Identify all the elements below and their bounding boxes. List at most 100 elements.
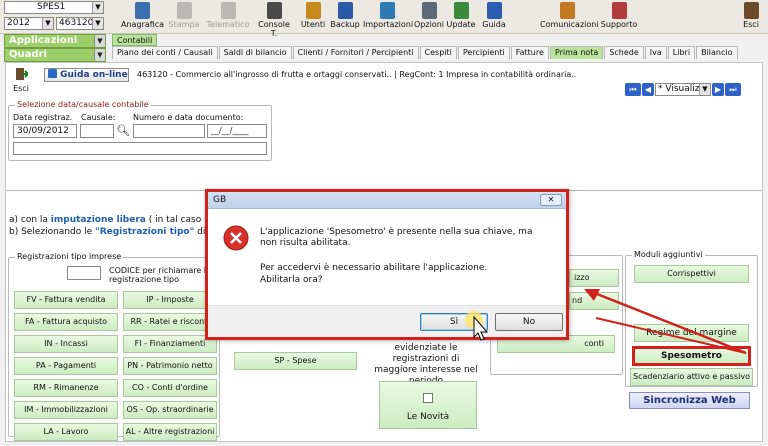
chevron-down-icon[interactable]: ▼ (92, 2, 103, 13)
tab-percipienti[interactable]: Percipienti (457, 46, 510, 59)
sincronizza-web-button[interactable]: Sincronizza Web (629, 392, 750, 409)
toolbar-label: Console T. (258, 20, 290, 38)
update-button[interactable]: Update (446, 1, 476, 32)
causale-field[interactable] (80, 124, 114, 138)
chevron-down-icon[interactable]: ▼ (92, 18, 103, 29)
tab-prima-nota[interactable]: Prima nota (549, 46, 604, 59)
tab-fatture[interactable]: Fatture (510, 46, 549, 59)
chevron-down-icon[interactable]: ▼ (94, 35, 105, 47)
tab-cespiti[interactable]: Cespiti (419, 46, 457, 59)
support-icon (611, 2, 627, 19)
chevron-down-icon[interactable]: ▼ (94, 49, 105, 61)
dialog-body: L'applicazione 'Spesometro' è presente n… (208, 209, 566, 308)
supporto-button[interactable]: Supporto (598, 1, 640, 32)
toolbar-label: Esci (743, 20, 759, 29)
company-select[interactable]: SPES1 ▼ (4, 1, 104, 14)
esci-button[interactable]: Esci (10, 67, 32, 97)
company-number-select[interactable]: 463120 - ▼ (56, 17, 104, 30)
guida-button[interactable]: Guida (480, 1, 508, 32)
tab-saldi-di-bilancio[interactable]: Saldi di bilancio (218, 46, 292, 59)
options-icon (421, 2, 437, 19)
registrazione-pa-button[interactable]: PA - Pagamenti (14, 357, 118, 375)
applicazioni-select[interactable]: Applicazioni ▼ (4, 34, 106, 48)
opzioni-button[interactable]: Opzioni (414, 1, 444, 32)
console-icon (266, 2, 282, 19)
tab-piano-dei-conti-causali[interactable]: Piano dei conti / Causali (112, 46, 218, 59)
spese-button[interactable]: SP - Spese (234, 352, 357, 370)
registrazione-pn-button[interactable]: PN - Patrimonio netto (123, 357, 217, 375)
exit-icon (743, 2, 759, 19)
registrazione-os-button[interactable]: OS - Op. straordinarie (123, 401, 217, 419)
document-number-field[interactable] (133, 124, 205, 138)
no-button[interactable]: No (495, 313, 563, 331)
imputazione-libera-link[interactable]: imputazione libera (51, 215, 146, 225)
date-field[interactable]: 30/09/2012 (13, 124, 77, 138)
info-line-b: b) Selezionando le "Registrazioni tipo" … (9, 227, 227, 237)
exit-icon (16, 68, 30, 80)
document-date-field[interactable]: __/__/____ (207, 124, 267, 138)
company-info: 463120 - Commercio all'ingrosso di frutt… (137, 70, 577, 79)
last-record-icon[interactable]: ⏭ (725, 83, 741, 96)
registrazione-in-button[interactable]: IN - Incassi (14, 335, 118, 353)
codice-field[interactable] (67, 266, 101, 280)
description-field[interactable] (13, 142, 267, 155)
tab-libri[interactable]: Libri (667, 46, 696, 59)
telematico-button[interactable]: Telematico (205, 1, 251, 32)
tab-iva[interactable]: Iva (644, 46, 667, 59)
esci-label: Esci (13, 84, 29, 93)
next-record-icon[interactable]: ▶ (712, 83, 724, 96)
utenti-button[interactable]: Utenti (300, 1, 326, 32)
registrazione-fv-button[interactable]: FV - Fattura vendita (14, 291, 118, 309)
numero-label: Numero e data documento: (133, 113, 244, 122)
quadri-select[interactable]: Quadri ▼ (4, 48, 106, 62)
chevron-down-icon[interactable]: ▼ (699, 84, 710, 95)
dialog-message-3: Abilitarla ora? (260, 275, 323, 285)
guida-online-button[interactable]: Guida on-line (44, 68, 129, 82)
novita-button[interactable]: Le Novità (379, 381, 477, 429)
registrazione-fi-button[interactable]: FI - Finanziamenti (123, 335, 217, 353)
view-mode-select[interactable]: * Visualiz ▼ (655, 83, 711, 96)
stampa-button[interactable]: Stampa (166, 1, 202, 32)
view-mode-value: * Visualiz (658, 84, 700, 94)
toolbar-label: Comunicazioni (540, 20, 599, 29)
toolbar-label: Anagrafica (121, 20, 165, 29)
scadenziario-button[interactable]: Scadenziario attivo e passivo (630, 368, 753, 386)
registrazione-im-button[interactable]: IM - Immobilizzazioni (14, 401, 118, 419)
registrazione-rr-button[interactable]: RR - Ratei e risconti (123, 313, 217, 331)
prev-record-icon[interactable]: ◀ (642, 83, 654, 96)
tab-bilancio[interactable]: Bilancio (696, 46, 738, 59)
toolbar-label: Supporto (600, 20, 638, 29)
dialog-footer: Sì No (208, 305, 566, 337)
registrazione-la-button[interactable]: LA - Lavoro (14, 423, 118, 441)
close-icon[interactable]: ✕ (540, 194, 562, 206)
anagrafica-button[interactable]: Anagrafica (121, 1, 165, 32)
causale-label: Causale: (81, 113, 116, 122)
registrazione-fa-button[interactable]: FA - Fattura acquisto (14, 313, 118, 331)
guide-icon (486, 2, 502, 19)
first-record-icon[interactable]: ⏮ (625, 83, 641, 96)
toolbar-label: Stampa (168, 20, 200, 29)
printer-icon (176, 2, 192, 19)
comunicazioni-button[interactable]: Comunicazioni (540, 1, 599, 32)
registrazioni-tipo-link[interactable]: "Registrazioni tipo" (95, 227, 194, 237)
tab-contabili[interactable]: Contabili (112, 34, 158, 46)
guida-label: Guida on-line (60, 70, 128, 80)
registrazione-al-button[interactable]: AL - Altre registrazioni (123, 423, 217, 441)
console-t-button[interactable]: Console T. (254, 1, 294, 38)
toolbar-label: Opzioni (414, 20, 444, 29)
search-icon[interactable]: 🔍︎ (116, 124, 130, 137)
chevron-down-icon[interactable]: ▼ (42, 18, 53, 29)
users-icon (305, 2, 321, 19)
communications-icon (559, 2, 575, 19)
registrazione-co-button[interactable]: CO - Conti d'ordine (123, 379, 217, 397)
backup-button[interactable]: Backup (330, 1, 360, 32)
tab-schede[interactable]: Schede (604, 46, 644, 59)
dialog-title: GB (213, 195, 227, 205)
importazioni-button[interactable]: Importazioni (363, 1, 413, 32)
registrazione-rm-button[interactable]: RM - Rimanenze (14, 379, 118, 397)
esci-button[interactable]: Esci (740, 1, 762, 32)
dialog-message-1: L'applicazione 'Spesometro' è presente n… (260, 227, 533, 248)
registrazione-ip-button[interactable]: IP - Imposte (123, 291, 217, 309)
year-select[interactable]: 2012 ▼ (4, 17, 54, 30)
tab-clienti-fornitori-percipienti[interactable]: Clienti / Fornitori / Percipienti (292, 46, 419, 59)
